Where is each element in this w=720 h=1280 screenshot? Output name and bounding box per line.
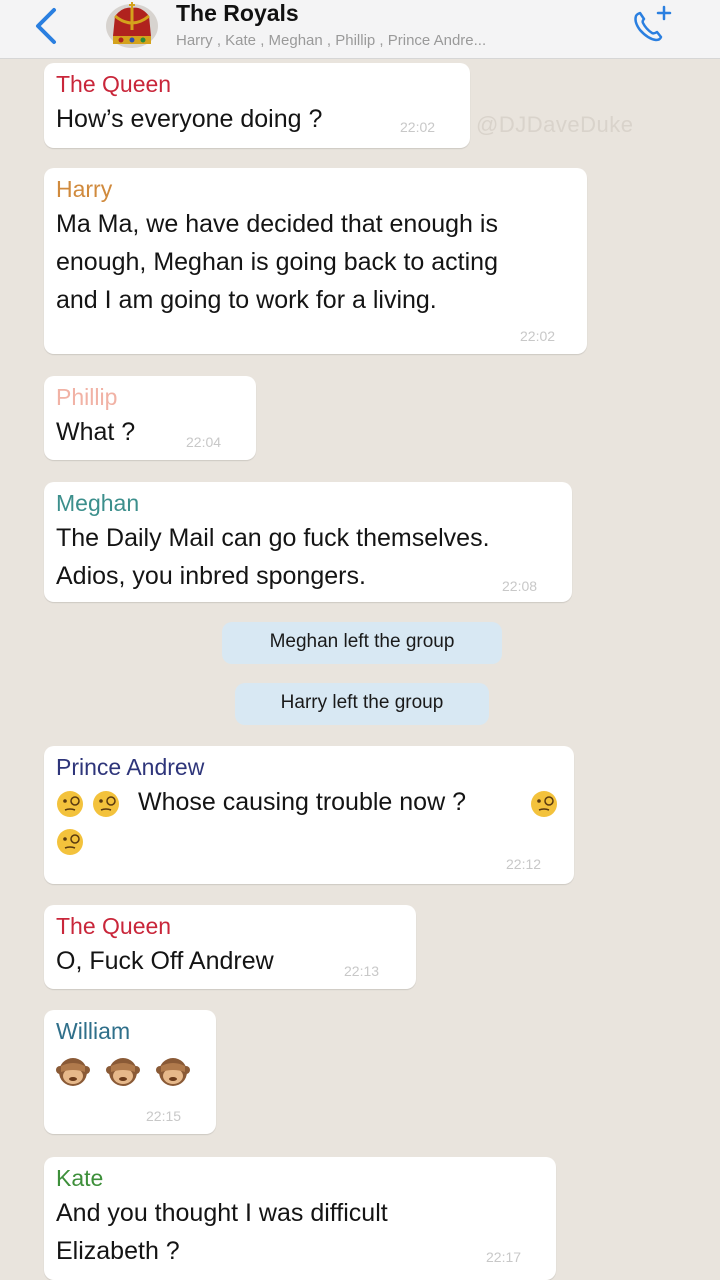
message-bubble[interactable]: Prince Andrew Whose causing trouble now … — [44, 746, 574, 884]
message-text-line: Elizabeth ? — [56, 1237, 180, 1265]
message-sender: The Queen — [56, 913, 172, 939]
message-text-line: enough, Meghan is going back to acting — [56, 248, 498, 276]
chat-title[interactable]: The Royals — [176, 0, 299, 27]
message-sender: Prince Andrew — [56, 754, 205, 780]
message-bubble[interactable]: The Queen O, Fuck Off Andrew 22:13 — [44, 905, 416, 989]
message-time: 22:04 — [186, 434, 222, 450]
message-text-line: O, Fuck Off Andrew — [56, 947, 274, 975]
message-text-line: The Daily Mail can go fuck themselves. — [56, 524, 490, 552]
message-text-line: Ma Ma, we have decided that enough is — [56, 210, 498, 238]
face-with-monocle-icon — [531, 791, 557, 817]
message-sender: Kate — [56, 1165, 104, 1191]
message-bubble[interactable]: Phillip What ? 22:04 — [44, 376, 256, 460]
see-no-evil-monkey-icon — [106, 1058, 140, 1086]
message-bubble[interactable]: Meghan The Daily Mail can go fuck themse… — [44, 482, 572, 602]
message-time: 22:02 — [400, 119, 436, 135]
chat-members[interactable]: Harry , Kate , Meghan , Phillip , Prince… — [176, 32, 486, 49]
message-text-line: Adios, you inbred spongers. — [56, 562, 366, 590]
message-text-line: Whose causing trouble now ? — [138, 788, 466, 816]
face-with-monocle-icon — [57, 791, 83, 817]
message-sender: The Queen — [56, 71, 172, 97]
see-no-evil-monkey-icon — [156, 1058, 190, 1086]
message-text-line: How’s everyone doing ? — [56, 105, 323, 133]
message-sender: Phillip — [56, 384, 118, 410]
message-sender: Meghan — [56, 490, 140, 516]
message-bubble[interactable]: Harry Ma Ma, we have decided that enough… — [44, 168, 587, 354]
face-with-monocle-icon — [93, 791, 119, 817]
system-message: Harry left the group — [235, 683, 489, 725]
message-time: 22:12 — [506, 856, 542, 872]
message-time: 22:02 — [520, 328, 556, 344]
back-chevron-icon[interactable] — [30, 6, 64, 46]
watermark: @DJDaveDuke — [476, 112, 634, 137]
group-avatar-crown-icon[interactable] — [103, 2, 161, 54]
add-call-icon[interactable] — [626, 4, 674, 48]
face-with-monocle-icon — [57, 829, 83, 855]
message-time: 22:17 — [486, 1249, 522, 1265]
message-time: 22:13 — [344, 963, 380, 979]
message-bubble[interactable]: William 22:15 — [44, 1010, 216, 1134]
system-message: Meghan left the group — [222, 622, 502, 664]
message-time: 22:15 — [146, 1108, 182, 1124]
message-bubble[interactable]: The Queen How’s everyone doing ? 22:02 — [44, 63, 470, 148]
message-text-line: and I am going to work for a living. — [56, 286, 437, 314]
message-bubble[interactable]: Kate And you thought I was difficult Eli… — [44, 1157, 556, 1280]
see-no-evil-monkey-icon — [56, 1058, 90, 1086]
message-sender: William — [56, 1018, 131, 1044]
message-text-line: And you thought I was difficult — [56, 1199, 388, 1227]
chat-header: The Royals Harry , Kate , Meghan , Phill… — [0, 0, 720, 59]
message-sender: Harry — [56, 176, 113, 202]
message-text-line: What ? — [56, 418, 136, 446]
message-time: 22:08 — [502, 578, 538, 594]
